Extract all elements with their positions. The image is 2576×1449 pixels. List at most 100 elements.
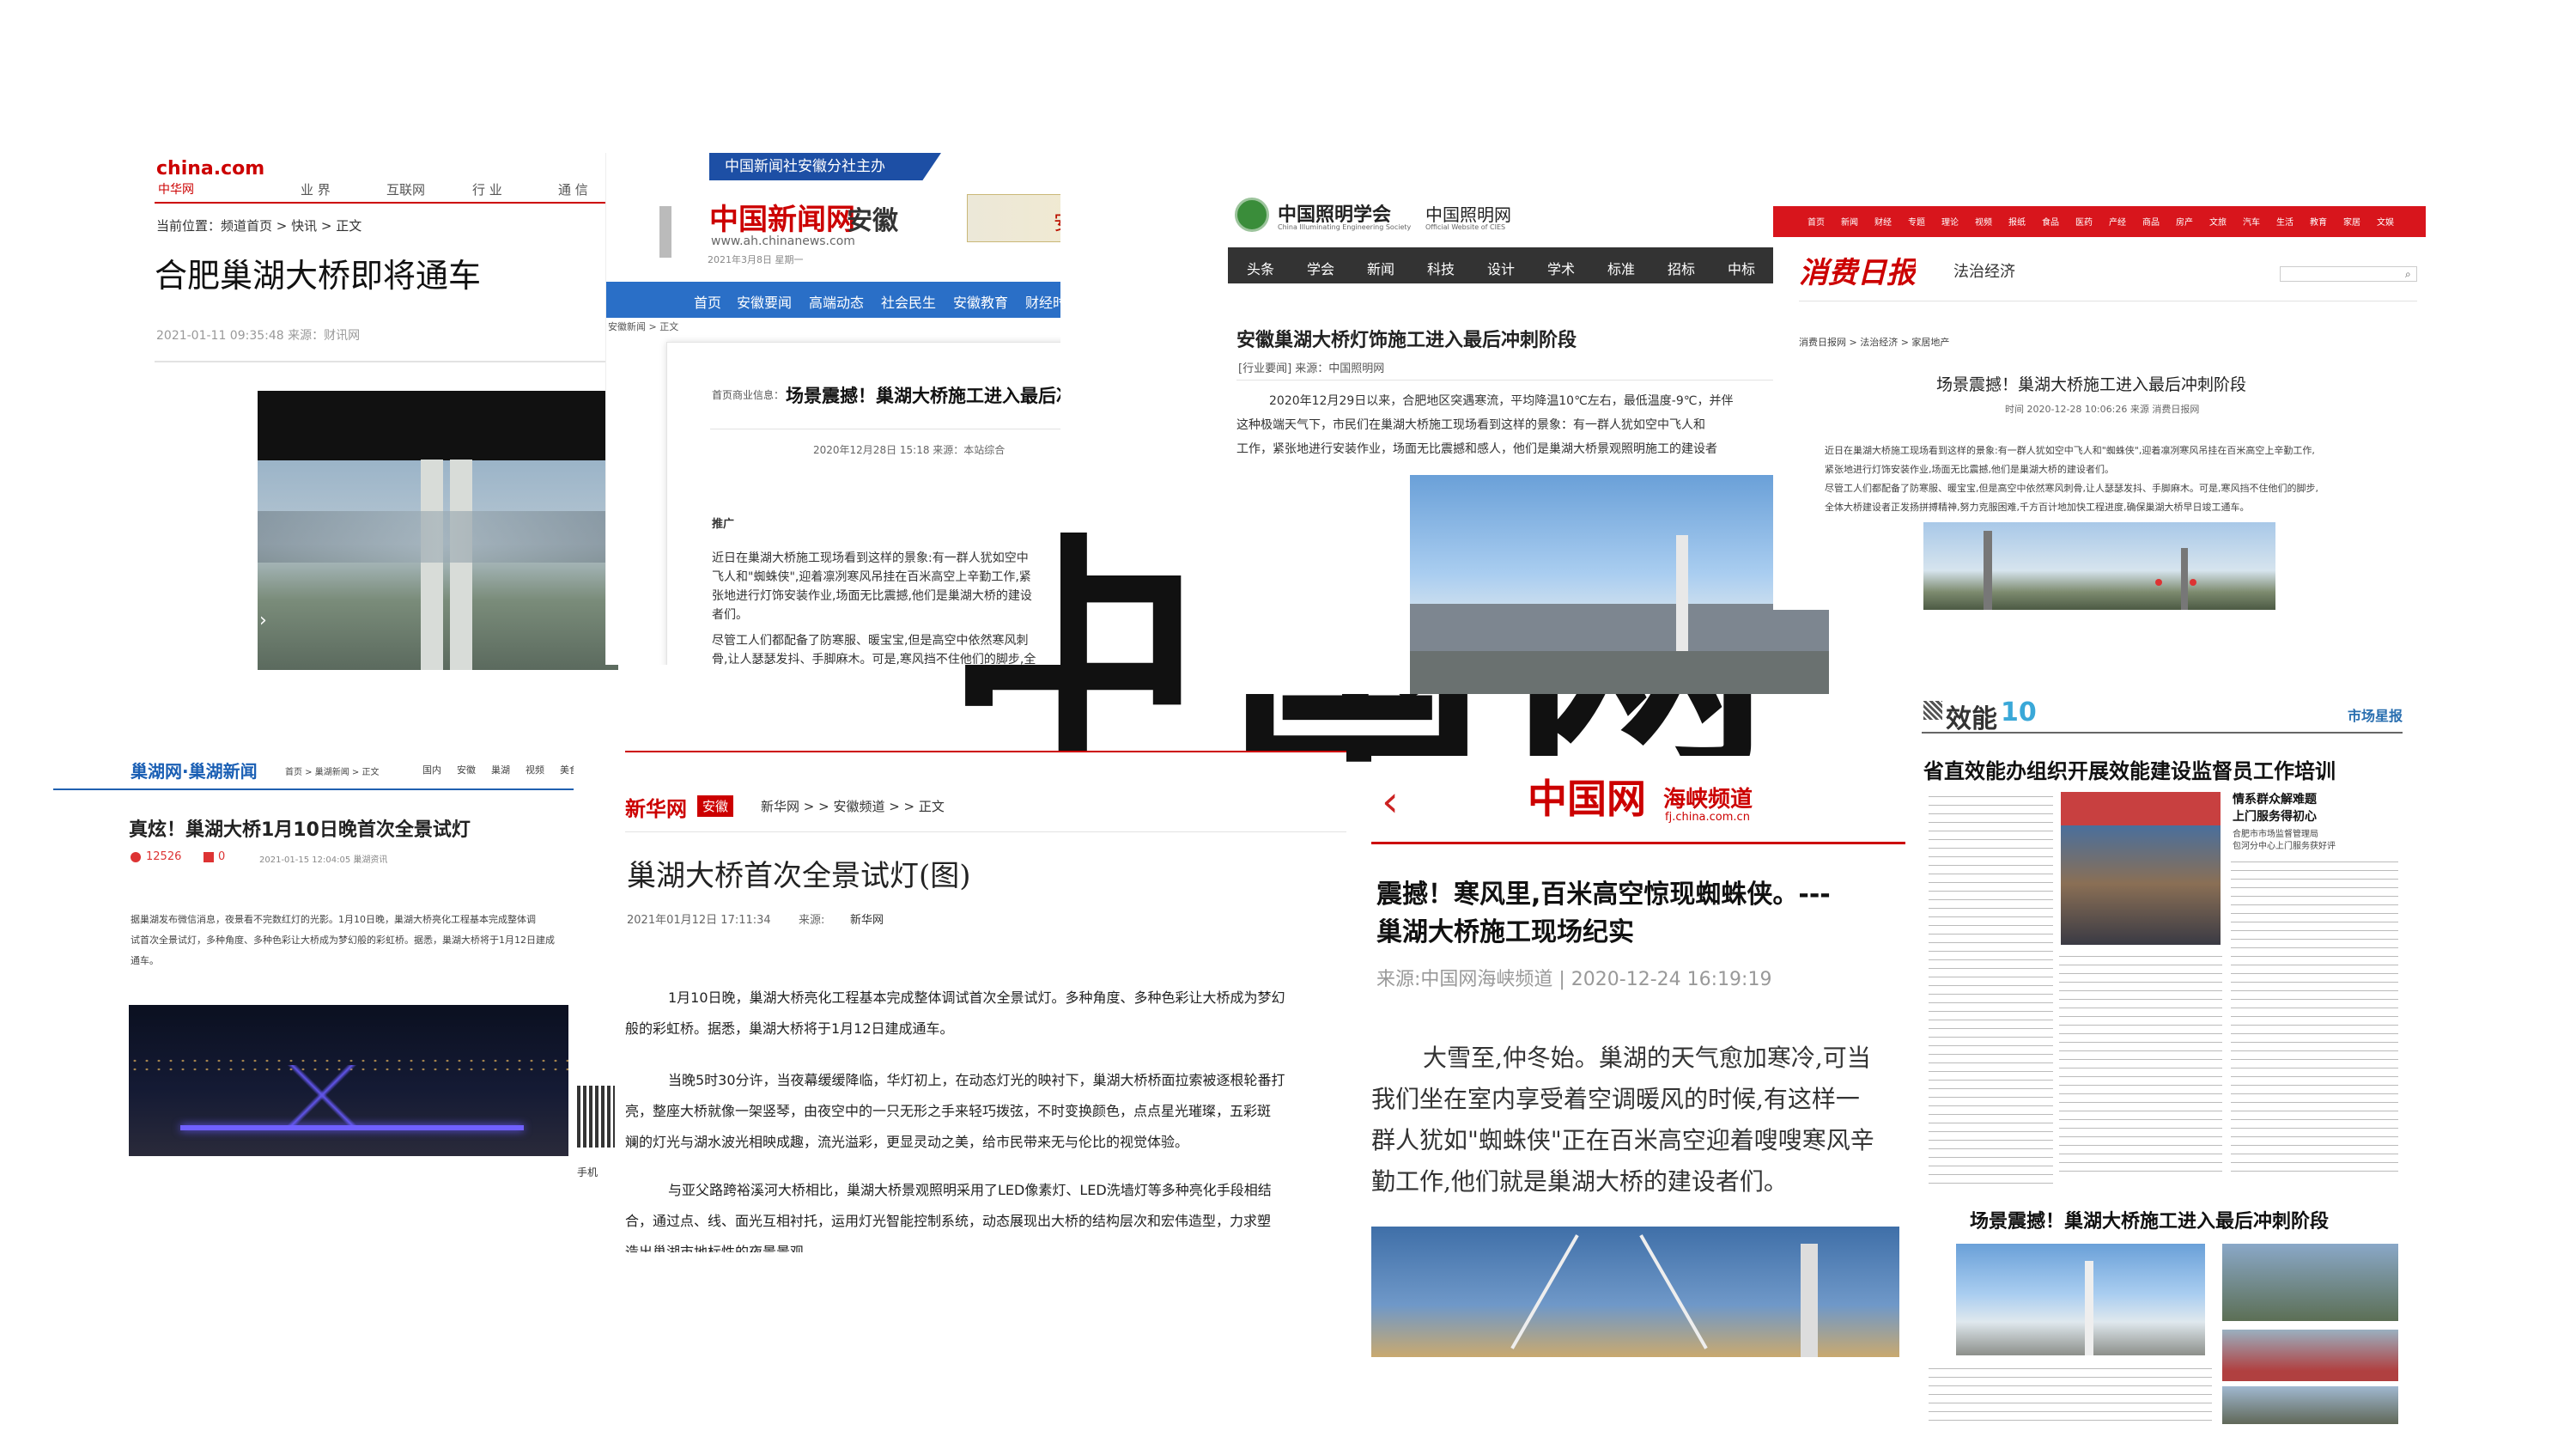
top-nav-item[interactable]: 产经	[2109, 215, 2126, 228]
site-logo[interactable]: 中国网	[1528, 768, 1646, 825]
section-name: 法治经济	[1953, 263, 2015, 281]
article-line-2: 我们坐在室内享受着空调暖风的时候,有这样一	[1371, 1085, 1860, 1113]
main-nav: 首页 安徽要闻 高端动态 社会民生 安徽教育 财经时讯	[606, 282, 1060, 318]
site-date: 2021年3月8日 星期一	[708, 254, 804, 265]
nav-item-telecom[interactable]: 通 信	[558, 180, 588, 198]
search-input[interactable]	[2280, 266, 2417, 282]
top-nav-item[interactable]: 专题	[1908, 215, 1925, 228]
views-icon	[131, 852, 141, 862]
side-photo-3	[2222, 1386, 2398, 1424]
top-nav-item[interactable]: 教育	[2310, 215, 2327, 228]
divider	[1922, 732, 2403, 734]
site-logo[interactable]: 中国新闻网	[709, 196, 855, 238]
side-photo-2	[2222, 1330, 2398, 1381]
nav-academic[interactable]: 学术	[1547, 258, 1575, 278]
breadcrumb: 新华网 > > 安徽频道 > > 正文	[761, 799, 945, 814]
gallery-next-icon[interactable]: ›	[259, 610, 267, 631]
article-line-3: 通车。	[131, 955, 159, 966]
top-nav-item[interactable]: 汽车	[2243, 215, 2260, 228]
comment-count[interactable]: 0	[218, 850, 225, 863]
article-title: 场景震撼！巢湖大桥施工进入最后冲刺阶段	[786, 386, 1060, 406]
top-nav-item[interactable]: 理论	[1941, 215, 1959, 228]
article-p1-line-1: 1月10日晚，巢湖大桥亮化工程基本完成整体调试首次全景试灯。多种角度、多种色彩让…	[668, 989, 1285, 1006]
mobile-label: 手机	[577, 1166, 598, 1178]
article-p2-line-3: 斓的灯光与湖水波光相映成趣，流光溢彩，更显灵动之美，给市民带来无与伦比的视觉体验…	[625, 1134, 1189, 1150]
category-label: 首页商业信息：	[712, 389, 785, 401]
nav-headline[interactable]: 头条	[1247, 258, 1274, 278]
nav-home[interactable]: 首页	[694, 291, 721, 312]
top-nav-item[interactable]: 文旅	[2209, 215, 2227, 228]
nav-education[interactable]: 安徽教育	[953, 291, 1008, 312]
nav-anhui[interactable]: 安徽	[457, 763, 476, 776]
divider	[155, 202, 618, 204]
site-logo[interactable]: 消费日报	[1799, 249, 1916, 291]
nav-chaohu[interactable]: 巢湖	[491, 763, 510, 776]
cies-site-en: Official Website of CIES	[1425, 223, 1506, 231]
article-line-1: 近日在巢湖大桥施工现场看到这样的景象:有一群人犹如空中飞人和"蜘蛛侠",迎着凛冽…	[1825, 445, 2315, 456]
view-count: 12526	[146, 850, 182, 863]
article-meta: 2021-01-11 09:35:48 来源：财讯网	[156, 329, 361, 343]
top-nav-item[interactable]: 生活	[2276, 215, 2293, 228]
section-logo: 效能	[1946, 704, 1997, 734]
top-nav-item[interactable]: 商品	[2142, 215, 2160, 228]
article-line-1: 2020年12月29日以来，合肥地区突遇寒流，平均降温10℃左右，最低温度-9℃…	[1269, 394, 1734, 408]
nav-video[interactable]: 视频	[526, 763, 544, 776]
nav-design[interactable]: 设计	[1487, 258, 1515, 278]
article-p2-line-2: 亮，整座大桥就像一架竖琴，由夜空中的一只无形之手来轻巧拨弦，不时变换颜色，点点星…	[625, 1103, 1272, 1119]
nav-tech[interactable]: 科技	[1427, 258, 1455, 278]
nav-society[interactable]: 学会	[1307, 258, 1334, 278]
article-p3-line-1: 与亚父路跨裕溪河大桥相比，巢湖大桥景观照明采用了LED像素灯、LED洗墙灯等多种…	[668, 1182, 1272, 1198]
clipping-china-com: china.com 中华网 业 界 互联网 行 业 通 信 当前位置：频道首页 …	[155, 155, 618, 670]
header-ad-banner[interactable]: 安徽消息在海外	[967, 194, 1060, 242]
clipping-consumer-daily: 首页 新闻 财经 专题 理论 视频 报纸 食品 医药 产经 商品 房产 文旅 汽车 生活 教育 家居 文娱 消费日…	[1773, 206, 2426, 610]
top-nav-item[interactable]: 食品	[2042, 215, 2059, 228]
top-nav-item[interactable]: 首页	[1807, 215, 1825, 228]
nav-anhui-news[interactable]: 安徽要闻	[737, 291, 792, 312]
nav-finance[interactable]: 财经时讯	[1025, 291, 1060, 312]
nav-item-industry[interactable]: 业 界	[301, 180, 331, 198]
top-nav-item[interactable]: 新闻	[1841, 215, 1858, 228]
top-nav-item[interactable]: 家居	[2343, 215, 2360, 228]
article-meta: [行业要闻] 来源：中国照明网	[1238, 362, 1385, 375]
article-line-2: 紧张地进行灯饰安装作业,场面无比震撼,他们是巢湖大桥的建设者们。	[1825, 464, 2114, 475]
article-p2-line-1: 当晚5时30分许，当夜幕缓缓降临，华灯初上，在动态灯光的映衬下，巢湖大桥桥面拉索…	[668, 1072, 1285, 1088]
nav-award[interactable]: 中标	[1728, 258, 1755, 278]
side-story-sub-1: 合肥市市场监督管理局	[2233, 830, 2318, 839]
article-photo-bridge-tower	[258, 391, 618, 670]
newspaper-brand: 市场星报	[2348, 708, 2403, 724]
article-line-1: 大雪至,仲冬始。巢湖的天气愈加寒冷,可当	[1423, 1044, 1871, 1072]
nav-item-internet[interactable]: 互联网	[386, 180, 425, 198]
china-com-logo[interactable]: china.com	[156, 158, 264, 180]
article-photo-bridge-cables	[1371, 1227, 1899, 1357]
nav-news[interactable]: 新闻	[1367, 258, 1394, 278]
nav-item-sector[interactable]: 行 业	[472, 180, 502, 198]
site-logo[interactable]: 巢湖网·巢湖新闻	[131, 758, 258, 782]
cies-site[interactable]: 中国照明网	[1425, 201, 1511, 226]
article-line-3: 群人犹如"蜘蛛侠"正在百米高空迎着嗖嗖寒风辛	[1371, 1126, 1874, 1154]
search-icon[interactable]: ⌕	[2405, 268, 2411, 281]
divider	[625, 831, 1346, 832]
china-com-logo-sub: 中华网	[158, 183, 194, 197]
article-p3-line-2: 合，通过点、线、面光互相衬托，运用灯光智能控制系统，动态展现出大桥的结构层次和宏…	[625, 1213, 1272, 1229]
nav-top-news[interactable]: 高端动态	[809, 291, 864, 312]
article-paragraph-2: 尽管工人们都配备了防寒服、暖宝宝,但是高空中依然寒风刺骨,让人瑟瑟发抖、手脚麻木…	[712, 634, 1036, 665]
nav-domestic[interactable]: 国内	[422, 763, 441, 776]
nav-livelihood[interactable]: 社会民生	[881, 291, 936, 312]
comments-icon[interactable]	[204, 852, 214, 862]
nav-standard[interactable]: 标准	[1607, 258, 1635, 278]
site-logo[interactable]: 新华网	[625, 792, 687, 822]
top-nav-item[interactable]: 视频	[1975, 215, 1992, 228]
back-chevron-icon[interactable]: ‹	[1382, 780, 1399, 823]
top-nav-item[interactable]: 医药	[2075, 215, 2093, 228]
top-nav-item[interactable]: 财经	[1874, 215, 1892, 228]
article-photo-bridge-street	[1923, 522, 2275, 610]
side-story-title-1: 情系群众解难题	[2233, 793, 2317, 807]
second-headline: 场景震撼！巢湖大桥施工进入最后冲刺阶段	[1970, 1211, 2330, 1233]
text-column	[2231, 857, 2398, 1175]
top-nav-item[interactable]: 房产	[2176, 215, 2193, 228]
top-nav-item[interactable]: 报纸	[2008, 215, 2026, 228]
article-line-2: 试首次全景试灯，多种角度、多种色彩让大桥成为梦幻般的彩虹桥。据悉，巢湖大桥将于1…	[131, 935, 555, 946]
top-nav-item[interactable]: 文娱	[2377, 215, 2394, 228]
article-line-4: 勤工作,他们就是巢湖大桥的建设者们。	[1371, 1167, 1788, 1196]
nav-tender[interactable]: 招标	[1668, 258, 1695, 278]
